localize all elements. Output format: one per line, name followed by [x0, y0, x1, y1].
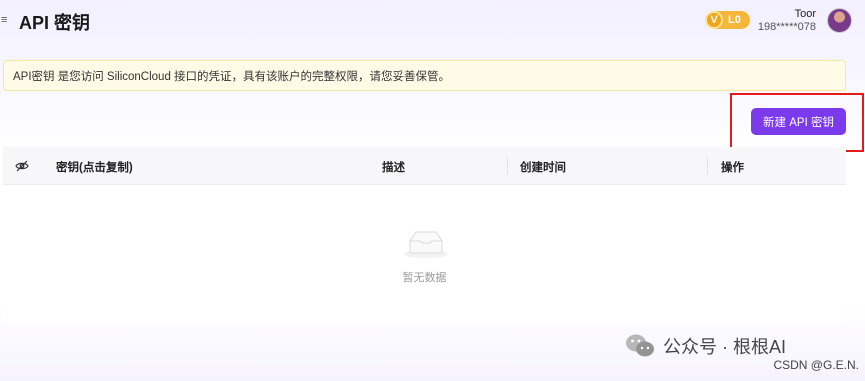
- vip-level: L0: [728, 14, 741, 26]
- column-key: 密钥(点击复制): [56, 162, 133, 174]
- table-header: 密钥(点击复制) 描述 创建时间 操作: [3, 147, 846, 185]
- empty-state-text: 暂无数据: [402, 272, 447, 284]
- empty-inbox-icon: [404, 231, 448, 258]
- user-name: Toor: [794, 8, 816, 20]
- watermark: 公众号 · 根根AI: [625, 333, 786, 359]
- vip-badge[interactable]: V L0: [705, 11, 750, 29]
- user-phone: 198*****078: [757, 21, 816, 33]
- column-description: 描述: [382, 162, 405, 174]
- column-actions: 操作: [721, 162, 744, 174]
- watermark-source: CSDN @G.E.N.: [773, 358, 859, 372]
- eye-off-icon[interactable]: [15, 160, 29, 172]
- column-divider: [707, 157, 708, 175]
- avatar[interactable]: [827, 8, 852, 33]
- top-bar: ≡ API 密钥 V L0 Toor 198*****078: [0, 0, 865, 44]
- page-title: API 密钥: [19, 13, 91, 33]
- column-created-time: 创建时间: [520, 162, 566, 174]
- menu-toggle-icon[interactable]: ≡: [1, 14, 7, 26]
- vip-icon: V: [705, 11, 723, 29]
- watermark-text: 公众号 · 根根AI: [663, 337, 787, 357]
- wechat-icon: [626, 334, 654, 357]
- api-key-table: 密钥(点击复制) 描述 创建时间 操作 暂无数据: [3, 147, 846, 324]
- notice-banner: API密钥 是您访问 SiliconCloud 接口的凭证，具有该账户的完整权限…: [3, 60, 846, 91]
- column-divider: [507, 157, 508, 175]
- highlight-box: [730, 93, 864, 152]
- notice-text: API密钥 是您访问 SiliconCloud 接口的凭证，具有该账户的完整权限…: [13, 70, 451, 83]
